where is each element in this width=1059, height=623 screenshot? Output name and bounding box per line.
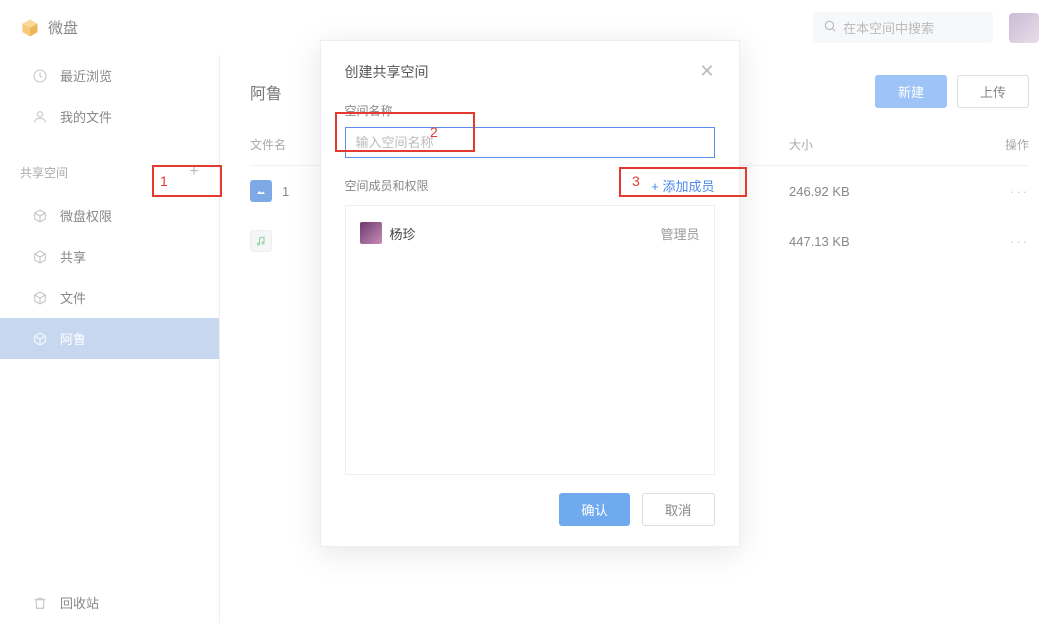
close-icon[interactable]: ✕ bbox=[699, 61, 714, 82]
confirm-button[interactable]: 确认 bbox=[559, 493, 630, 526]
name-label: 空间名称 bbox=[345, 102, 715, 119]
member-label: 空间成员和权限 bbox=[345, 177, 429, 194]
create-space-modal: 创建共享空间 ✕ 空间名称 空间成员和权限 + 添加成员 杨珍 管理员 确认 取… bbox=[320, 40, 740, 547]
member-avatar bbox=[360, 222, 382, 244]
space-name-input[interactable] bbox=[345, 127, 715, 158]
member-name: 杨珍 bbox=[390, 224, 661, 243]
cancel-button[interactable]: 取消 bbox=[642, 493, 715, 526]
modal-overlay: 创建共享空间 ✕ 空间名称 空间成员和权限 + 添加成员 杨珍 管理员 确认 取… bbox=[0, 0, 1059, 623]
add-member-button[interactable]: + 添加成员 bbox=[651, 176, 714, 195]
modal-title: 创建共享空间 bbox=[345, 62, 429, 82]
member-row: 杨珍 管理员 bbox=[356, 216, 704, 250]
member-list: 杨珍 管理员 bbox=[345, 205, 715, 475]
member-role: 管理员 bbox=[660, 224, 699, 243]
